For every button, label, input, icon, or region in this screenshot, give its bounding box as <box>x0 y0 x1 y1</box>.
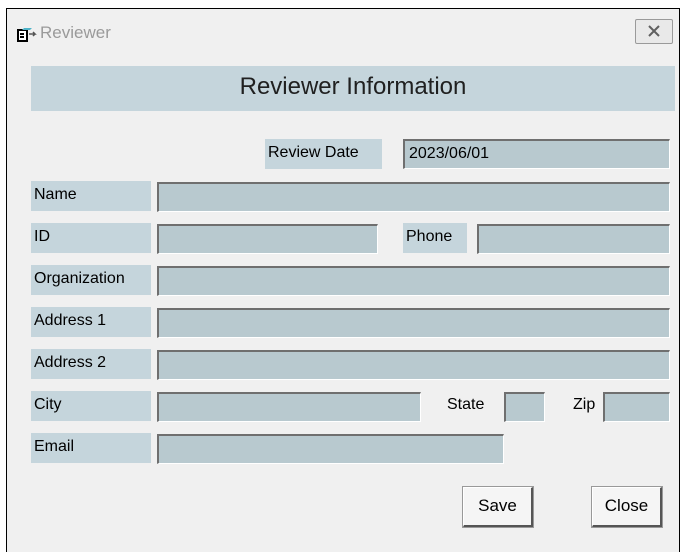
window-close-button[interactable] <box>635 19 673 44</box>
address1-label: Address 1 <box>31 307 151 337</box>
app-window-icon <box>17 27 37 43</box>
city-label: City <box>31 391 151 421</box>
phone-label: Phone <box>403 223 467 253</box>
email-label: Email <box>31 433 151 463</box>
address1-field[interactable] <box>157 308 670 338</box>
window-title: Reviewer <box>40 23 111 42</box>
state-label: State <box>447 396 485 413</box>
zip-field[interactable] <box>603 392 670 422</box>
zip-label: Zip <box>573 396 596 413</box>
email-field[interactable] <box>157 434 504 464</box>
review-date-label: Review Date <box>265 139 382 169</box>
reviewer-window: Reviewer Reviewer Information Review Dat… <box>6 8 680 552</box>
address2-field[interactable] <box>157 350 670 380</box>
name-field[interactable] <box>157 182 670 212</box>
phone-field[interactable] <box>477 224 670 254</box>
state-field[interactable] <box>504 392 545 422</box>
title-bar[interactable]: Reviewer <box>7 9 679 55</box>
close-icon <box>647 25 661 40</box>
review-date-field[interactable]: 2023/06/01 <box>403 139 670 169</box>
city-field[interactable] <box>157 392 421 422</box>
address2-label: Address 2 <box>31 349 151 379</box>
save-button[interactable]: Save <box>462 486 534 528</box>
form-title: Reviewer Information <box>239 73 467 100</box>
id-label: ID <box>31 223 151 253</box>
organization-field[interactable] <box>157 266 670 296</box>
id-field[interactable] <box>157 224 378 254</box>
form-header: Reviewer Information <box>31 66 675 111</box>
name-label: Name <box>31 181 151 211</box>
close-button[interactable]: Close <box>591 486 663 528</box>
organization-label: Organization <box>31 265 151 295</box>
